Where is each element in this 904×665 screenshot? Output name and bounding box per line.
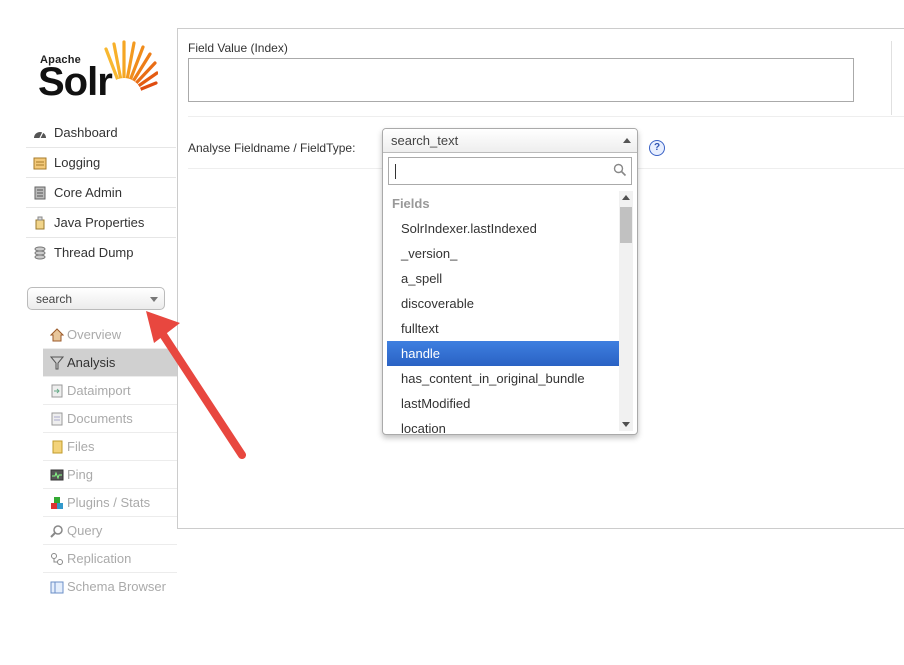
analyse-fieldtype-label: Analyse Fieldname / FieldType: xyxy=(188,141,356,155)
sidebar-item-thread-dump[interactable]: Thread Dump xyxy=(26,238,176,267)
ping-icon xyxy=(49,467,65,483)
sidebar-item-label: Java Properties xyxy=(54,215,145,230)
column-divider xyxy=(891,41,892,115)
core-item-label: Overview xyxy=(67,327,122,342)
scrollbar-thumb[interactable] xyxy=(620,207,632,243)
section-divider xyxy=(188,116,904,117)
fieldtype-search-input[interactable] xyxy=(388,157,632,185)
core-item-query[interactable]: Query xyxy=(43,517,177,545)
dropdown-option[interactable]: a_spell xyxy=(387,266,619,291)
sidebar-item-label: Dashboard xyxy=(54,125,118,140)
core-item-label: Analysis xyxy=(67,355,116,370)
core-item-plugins-stats[interactable]: Plugins / Stats xyxy=(43,489,177,517)
dataimport-icon xyxy=(49,383,65,399)
plugins-icon xyxy=(49,495,65,511)
fieldtype-select-head[interactable]: search_text xyxy=(383,129,637,153)
chevron-down-icon xyxy=(150,297,158,302)
sidebar-item-label: Logging xyxy=(54,155,101,170)
sidebar-item-core-admin[interactable]: Core Admin xyxy=(26,178,176,208)
dropdown-option[interactable]: lastModified xyxy=(387,391,619,416)
sidebar-item-label: Thread Dump xyxy=(54,245,134,260)
chevron-up-icon xyxy=(623,138,631,143)
field-value-textarea[interactable] xyxy=(188,58,854,102)
core-item-label: Replication xyxy=(67,551,132,566)
dropdown-option[interactable]: has_content_in_original_bundle xyxy=(387,366,619,391)
field-value-label: Field Value (Index) xyxy=(188,41,288,55)
core-item-replication[interactable]: Replication xyxy=(43,545,177,573)
scroll-up-icon[interactable] xyxy=(622,195,630,200)
dropdown-option[interactable]: fulltext xyxy=(387,316,619,341)
core-item-label: Query xyxy=(67,523,103,538)
core-item-label: Schema Browser xyxy=(67,579,166,594)
core-item-label: Documents xyxy=(67,411,133,426)
fieldtype-selected-value: search_text xyxy=(391,133,459,148)
sidebar-item-logging[interactable]: Logging xyxy=(26,148,176,178)
thread-dump-icon xyxy=(32,245,48,261)
fieldtype-option-list: Fields SolrIndexer.lastIndexed _version_… xyxy=(387,191,619,433)
option-group-label: Fields xyxy=(392,196,430,211)
dropdown-option[interactable]: location xyxy=(387,416,619,433)
solr-logo[interactable]: Apache Solr xyxy=(38,36,163,104)
replication-icon xyxy=(49,551,65,567)
dropdown-option[interactable]: _version_ xyxy=(387,241,619,266)
help-icon[interactable]: ? xyxy=(649,140,665,156)
dropdown-option-highlighted[interactable]: handle xyxy=(387,341,619,366)
dropdown-scrollbar[interactable] xyxy=(619,191,633,431)
text-caret xyxy=(395,164,396,179)
fieldtype-dropdown[interactable]: search_text Fields SolrIndexer.lastIndex… xyxy=(382,128,638,435)
overview-icon xyxy=(49,327,65,343)
dropdown-option[interactable]: discoverable xyxy=(387,291,619,316)
scroll-down-icon[interactable] xyxy=(622,422,630,427)
core-item-label: Plugins / Stats xyxy=(67,495,151,510)
analysis-icon xyxy=(49,355,65,371)
dropdown-option[interactable]: SolrIndexer.lastIndexed xyxy=(387,216,619,241)
core-item-schema-browser[interactable]: Schema Browser xyxy=(43,573,177,600)
core-item-label: Ping xyxy=(67,467,94,482)
java-properties-icon xyxy=(32,215,48,231)
schema-browser-icon xyxy=(49,579,65,595)
query-icon xyxy=(49,523,65,539)
core-admin-icon xyxy=(32,185,48,201)
core-item-label: Dataimport xyxy=(67,383,131,398)
solr-sunburst-icon xyxy=(104,40,158,102)
search-icon xyxy=(613,163,627,177)
sidebar-nav: Dashboard Logging Core Admin Java Proper… xyxy=(26,118,176,267)
sidebar-item-java-properties[interactable]: Java Properties xyxy=(26,208,176,238)
annotation-arrow-icon xyxy=(146,311,246,459)
documents-icon xyxy=(49,411,65,427)
dashboard-icon xyxy=(32,125,48,141)
core-selector-value: search xyxy=(36,292,73,306)
core-item-label: Files xyxy=(67,439,95,454)
sidebar-item-dashboard[interactable]: Dashboard xyxy=(26,118,176,148)
sidebar-item-label: Core Admin xyxy=(54,185,122,200)
files-icon xyxy=(49,439,65,455)
logging-icon xyxy=(32,155,48,171)
